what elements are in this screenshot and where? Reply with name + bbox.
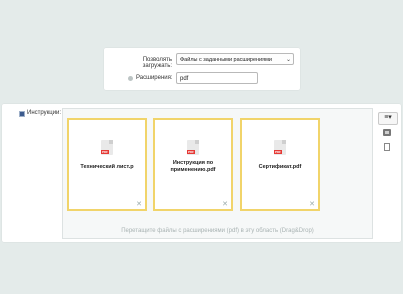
chevron-down-icon: ⌄ bbox=[285, 57, 291, 63]
allow-upload-label: Позволять загружать: bbox=[142, 57, 172, 69]
remove-file-icon[interactable]: ✕ bbox=[222, 200, 228, 208]
file-view-icon[interactable] bbox=[384, 143, 390, 151]
file-name-line1: Инструкция по bbox=[172, 160, 214, 166]
gallery-view-icon[interactable] bbox=[383, 129, 391, 136]
file-drop-area[interactable]: PDF Технический лист.р ✕ PDF Инструкция … bbox=[62, 108, 373, 239]
instructions-label: Инструкции: bbox=[27, 110, 62, 116]
file-name: Технический лист.р bbox=[73, 164, 141, 171]
field-type-icon bbox=[19, 111, 25, 117]
menu-icon[interactable]: ≡▾ bbox=[378, 112, 398, 125]
allow-upload-select[interactable]: Файлы с заданными расширениями ⌄ bbox=[176, 53, 294, 65]
extensions-input[interactable]: pdf bbox=[176, 72, 258, 84]
file-name-line2: применению.pdf bbox=[170, 167, 216, 173]
drop-hint-text: Перетащите файлы с расширениями (pdf) в … bbox=[121, 228, 314, 234]
file-name: Инструкция по применению.pdf bbox=[159, 160, 227, 174]
file-card[interactable]: PDF Сертификат.pdf ✕ bbox=[240, 118, 320, 211]
pdf-file-icon: PDF bbox=[274, 140, 286, 155]
pdf-file-icon: PDF bbox=[187, 140, 199, 155]
remove-file-icon[interactable]: ✕ bbox=[309, 200, 315, 208]
pdf-badge: PDF bbox=[187, 150, 195, 154]
extensions-label: Расширения: bbox=[136, 75, 173, 81]
pdf-badge: PDF bbox=[101, 150, 109, 154]
file-name-line1: Технический лист.р bbox=[80, 164, 134, 170]
file-card[interactable]: PDF Инструкция по применению.pdf ✕ bbox=[153, 118, 233, 211]
allow-upload-select-value: Файлы с заданными расширениями bbox=[180, 57, 272, 63]
file-name: Сертификат.pdf bbox=[246, 164, 314, 171]
help-icon[interactable] bbox=[128, 76, 133, 81]
remove-file-icon[interactable]: ✕ bbox=[136, 200, 142, 208]
instructions-field-panel: Инструкции: PDF Технический лист.р ✕ PDF… bbox=[2, 104, 401, 242]
pdf-file-icon: PDF bbox=[101, 140, 113, 155]
pdf-badge: PDF bbox=[274, 150, 282, 154]
file-name-line1: Сертификат.pdf bbox=[258, 164, 302, 170]
file-card[interactable]: PDF Технический лист.р ✕ bbox=[67, 118, 147, 211]
upload-settings-panel: Позволять загружать: Файлы с заданными р… bbox=[104, 48, 300, 90]
